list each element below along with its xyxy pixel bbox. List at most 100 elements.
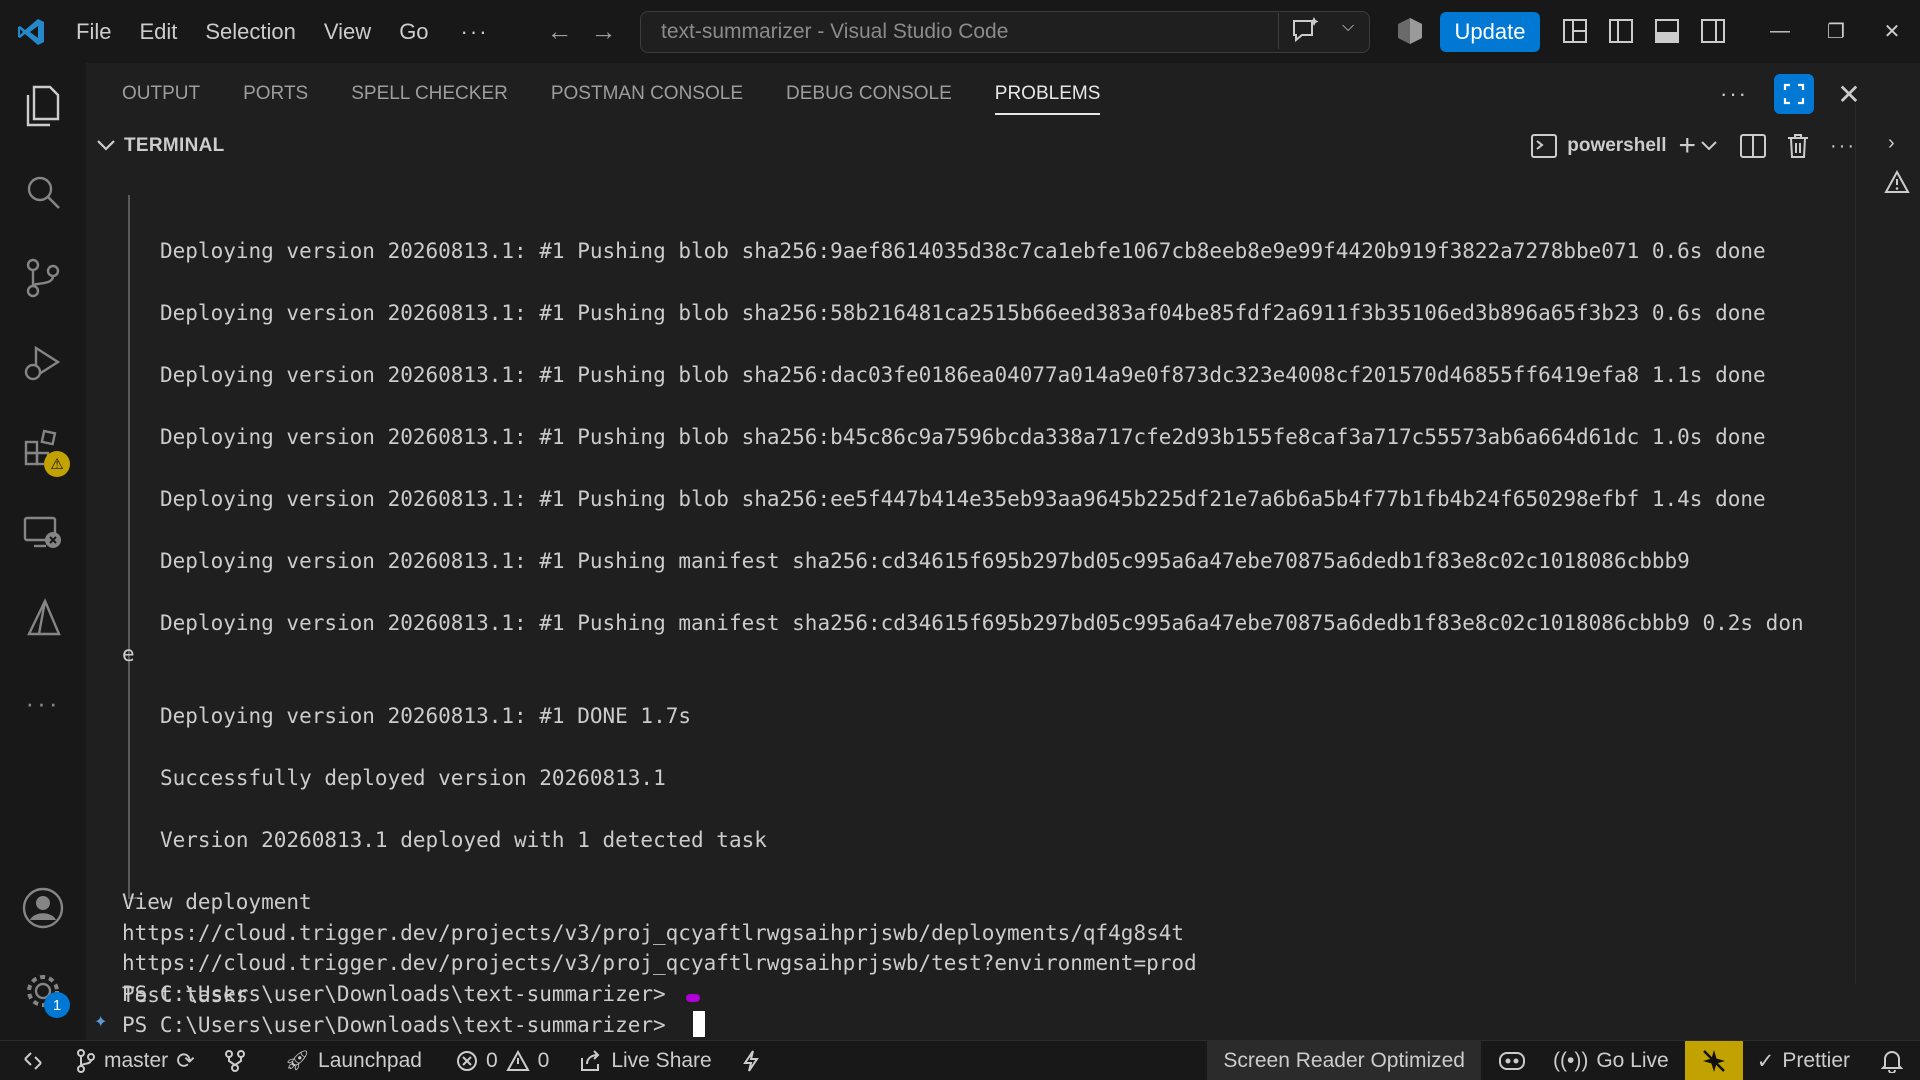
split-terminal-icon[interactable] <box>1740 134 1767 158</box>
forward-arrow-icon[interactable]: → <box>591 16 617 47</box>
menu-edit[interactable]: Edit <box>125 12 191 52</box>
toggle-secondary-sidebar-icon[interactable] <box>1700 18 1726 44</box>
toggle-panel-icon[interactable] <box>1654 18 1680 44</box>
remote-indicator-icon[interactable] <box>0 1041 66 1080</box>
customize-layout-icon[interactable] <box>1562 18 1588 44</box>
tab-problems[interactable]: PROBLEMS <box>994 63 1100 125</box>
menu-file[interactable]: File <box>62 12 125 52</box>
run-and-debug-icon[interactable] <box>0 328 86 398</box>
panel-tab-bar: OUTPUT PORTS SPELL CHECKER POSTMAN CONSO… <box>86 63 1920 125</box>
search-icon[interactable] <box>0 157 86 227</box>
tab-spell-checker[interactable]: SPELL CHECKER <box>351 63 508 125</box>
minimize-icon[interactable]: — <box>1752 0 1808 63</box>
menu-bar: File Edit Selection View Go ··· <box>62 0 507 63</box>
terminal-more-icon[interactable]: ··· <box>1830 135 1856 158</box>
terminal-line: Deploying version 20260813.1: #1 Pushing… <box>160 611 1804 635</box>
warning-badge: ⚠ <box>44 451 70 477</box>
terminal-icon <box>1531 134 1558 158</box>
status-bar-right: Screen Reader Optimized ((•)) Go Live ✓ … <box>1207 1041 1920 1080</box>
chevron-right-icon[interactable]: › <box>1888 132 1895 155</box>
terminal-line: Version 20260813.1 deployed with 1 detec… <box>160 828 767 852</box>
command-decoration-marker[interactable] <box>686 994 700 1002</box>
manage-gear-icon[interactable]: 1 <box>0 956 86 1026</box>
rocket-icon: 🚀︎ <box>284 1050 311 1072</box>
notification-count-badge: 1 <box>44 992 70 1018</box>
source-control-icon[interactable] <box>0 243 86 313</box>
tab-ports[interactable]: PORTS <box>243 63 308 125</box>
explorer-icon[interactable] <box>0 71 86 141</box>
live-share-icon <box>581 1049 600 1071</box>
more-views-icon[interactable]: ··· <box>0 668 86 738</box>
navigation-arrows: ← → <box>547 16 617 47</box>
tab-debug-console[interactable]: DEBUG CONSOLE <box>786 63 952 125</box>
shell-name[interactable]: powershell <box>1567 135 1666 157</box>
new-terminal-plus-icon[interactable]: + <box>1678 129 1696 163</box>
launchpad[interactable]: 🚀︎ Launchpad <box>275 1041 432 1080</box>
accounts-icon[interactable] <box>0 873 86 943</box>
extensions-icon[interactable]: ⚠ <box>0 413 86 483</box>
close-window-icon[interactable]: ✕ <box>1864 0 1920 63</box>
live-share-label: Live Share <box>611 1048 712 1072</box>
menu-more-button[interactable]: ··· <box>443 19 507 45</box>
tab-output[interactable]: OUTPUT <box>122 63 200 125</box>
terminal-line: Deploying version 20260813.1: #1 Pushing… <box>160 239 1766 263</box>
live-share[interactable]: Live Share <box>569 1041 721 1080</box>
vscode-logo-icon <box>0 0 62 63</box>
warning-icon[interactable] <box>1884 169 1910 199</box>
warning-count: 0 <box>537 1048 550 1072</box>
panel-more-actions-icon[interactable]: ··· <box>1720 81 1748 107</box>
terminal-link[interactable]: https://cloud.trigger.dev/projects/v3/pr… <box>122 918 1184 948</box>
branch-name: master <box>104 1048 169 1072</box>
no-sparkle-icon[interactable] <box>1684 1041 1743 1080</box>
git-branch[interactable]: master ⟳ <box>66 1041 205 1080</box>
menu-view[interactable]: View <box>310 12 385 52</box>
screen-reader-mode[interactable]: Screen Reader Optimized <box>1207 1041 1481 1080</box>
copilot-chat-icon[interactable] <box>1290 15 1322 50</box>
git-graph-icon[interactable] <box>213 1041 257 1080</box>
check-double-icon: ✓ <box>1756 1049 1775 1073</box>
chevron-down-icon[interactable]: ⌵ <box>1342 18 1354 36</box>
menu-go[interactable]: Go <box>385 12 442 52</box>
problems-indicator[interactable]: 0 0 <box>446 1041 559 1080</box>
trash-icon[interactable] <box>1786 133 1810 159</box>
chevron-down-icon[interactable] <box>96 136 116 157</box>
terminal-prompt: PS C:\Users\user\Downloads\text-summariz… <box>122 982 666 1006</box>
bell-icon[interactable] <box>1864 1041 1920 1080</box>
terminal-line: Deploying version 20260813.1: #1 Pushing… <box>160 425 1766 449</box>
terminal-line: View deployment <box>122 890 312 914</box>
tab-postman-console[interactable]: POSTMAN CONSOLE <box>551 63 743 125</box>
divider <box>1278 13 1279 49</box>
copilot-icon[interactable] <box>1481 1041 1543 1080</box>
terminal-scrollbar[interactable] <box>1855 104 1869 984</box>
update-button[interactable]: Update <box>1440 12 1540 52</box>
go-live[interactable]: ((•)) Go Live <box>1543 1041 1679 1080</box>
prettier[interactable]: ✓ Prettier <box>1743 1041 1864 1080</box>
output-group-guide <box>128 195 130 897</box>
terminal-link[interactable]: https://cloud.trigger.dev/projects/v3/pr… <box>122 948 1197 978</box>
terminal-output[interactable]: Deploying version 20260813.1: #1 Pushing… <box>86 167 1856 1040</box>
window-controls: — ❐ ✕ <box>1752 0 1920 63</box>
terminal-cursor <box>693 1011 705 1037</box>
terminal-prompt: PS C:\Users\user\Downloads\text-summariz… <box>122 1013 666 1037</box>
sparkle-icon: ✦ <box>94 1014 108 1031</box>
title-bar: File Edit Selection View Go ··· ← → text… <box>0 0 1920 63</box>
menu-selection[interactable]: Selection <box>191 12 310 52</box>
toggle-primary-sidebar-icon[interactable] <box>1608 18 1634 44</box>
broadcast-icon: ((•)) <box>1553 1049 1589 1072</box>
chevron-down-icon[interactable] <box>1700 139 1718 153</box>
command-center-search[interactable]: text-summarizer - Visual Studio Code <box>640 11 1370 53</box>
terminal-line: Deploying version 20260813.1: #1 Pushing… <box>160 549 1690 573</box>
remote-explorer-icon[interactable] <box>0 498 86 568</box>
lightning-icon[interactable] <box>732 1041 770 1080</box>
window-title: text-summarizer - Visual Studio Code <box>661 20 1009 43</box>
terminal-line: e <box>122 642 135 666</box>
hexagon-icon[interactable] <box>1396 16 1424 51</box>
maximize-panel-icon[interactable] <box>1774 74 1814 114</box>
error-count: 0 <box>485 1048 498 1072</box>
terminal-line: Deploying version 20260813.1: #1 Pushing… <box>160 363 1766 387</box>
back-arrow-icon[interactable]: ← <box>547 16 573 47</box>
restore-icon[interactable]: ❐ <box>1808 0 1864 63</box>
sync-icon[interactable]: ⟳ <box>176 1048 194 1074</box>
azure-icon[interactable] <box>0 583 86 653</box>
activity-bar: ⚠ ··· 1 <box>0 63 86 1040</box>
